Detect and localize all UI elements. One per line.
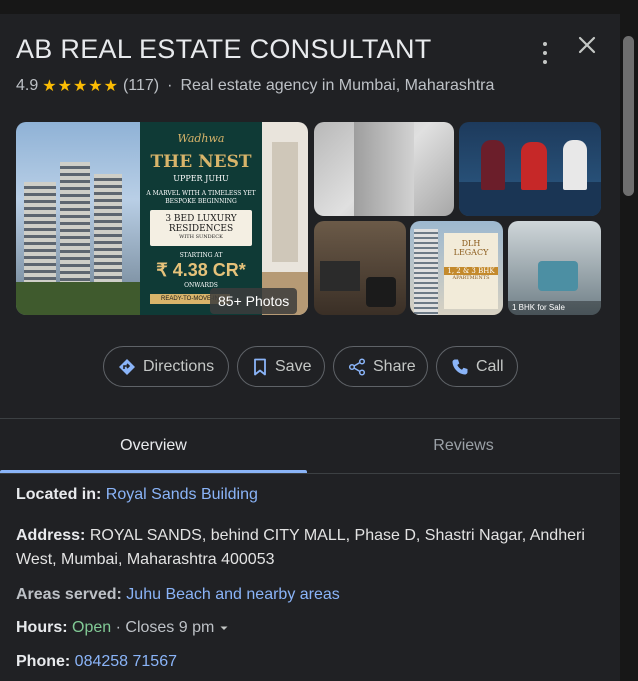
box-line-3: WITH SUNDECK xyxy=(179,234,223,240)
building-render xyxy=(16,122,140,315)
review-count-link[interactable]: (117) xyxy=(123,77,159,95)
save-button[interactable]: Save xyxy=(237,346,325,387)
directions-label: Directions xyxy=(143,357,215,375)
share-button[interactable]: Share xyxy=(333,346,428,387)
address-row: Address: ROYAL SANDS, behind CITY MALL, … xyxy=(16,524,606,572)
photo-team[interactable] xyxy=(459,122,601,216)
dlh-title-1: DLH xyxy=(461,239,481,248)
tab-overview[interactable]: Overview xyxy=(0,419,307,473)
project-ad: Wadhwa THE NEST UPPER JUHU A MARVEL WITH… xyxy=(140,122,262,315)
rating-stars-icon: ★★★★★ xyxy=(42,78,119,95)
project-location: UPPER JUHU xyxy=(173,174,229,183)
tab-reviews[interactable]: Reviews xyxy=(307,419,620,473)
tagline-1: A MARVEL WITH A TIMELESS YET xyxy=(146,190,256,197)
areas-served-label: Areas served: xyxy=(16,586,122,603)
photo-building-exterior[interactable] xyxy=(314,122,454,216)
phone-icon xyxy=(452,359,468,374)
photo-office[interactable] xyxy=(314,221,406,315)
hours-label: Hours: xyxy=(16,619,68,636)
dlh-title-2: LEGACY xyxy=(453,248,489,257)
brand-text: Wadhwa xyxy=(177,132,225,145)
top-strip xyxy=(0,0,638,14)
share-icon xyxy=(348,357,366,376)
rating-value: 4.9 xyxy=(16,77,39,94)
chevron-down-icon[interactable] xyxy=(219,623,229,633)
phone-row: Phone: 084258 71567 xyxy=(16,650,606,674)
dlh-line: 1, 2 & 3 BHK xyxy=(444,267,498,275)
dlh-sub: APARTMENTS xyxy=(452,275,490,281)
hours-status: Open xyxy=(72,619,112,636)
place-title: AB REAL ESTATE CONSULTANT xyxy=(16,34,432,64)
more-options-icon[interactable] xyxy=(536,42,554,64)
action-buttons: Directions Save Share Call xyxy=(103,346,518,387)
tagline-2: BESPOKE BEGINNING xyxy=(165,198,237,205)
main-photo[interactable]: Wadhwa THE NEST UPPER JUHU A MARVEL WITH… xyxy=(16,122,308,315)
address-value[interactable]: ROYAL SANDS, behind CITY MALL, Phase D, … xyxy=(16,527,585,568)
share-label: Share xyxy=(373,357,416,375)
photo-living-room[interactable]: 1 BHK for Sale xyxy=(508,221,601,315)
rating-row: 4.9 ★★★★★ (117) · Real estate agency in … xyxy=(16,76,494,96)
scrollbar-thumb[interactable] xyxy=(623,36,634,196)
separator: · xyxy=(167,77,173,94)
photo-caption: 1 BHK for Sale xyxy=(508,301,601,315)
place-category: Real estate agency in Mumbai, Maharashtr… xyxy=(180,77,495,94)
phone-label: Phone: xyxy=(16,653,71,670)
call-label: Call xyxy=(476,357,504,375)
price-text: ₹ 4.38 CR* xyxy=(156,260,246,280)
starting-at: STARTING AT xyxy=(179,252,223,259)
tab-bar: Overview Reviews xyxy=(0,419,620,473)
hours-row: Hours: Open · Closes 9 pm xyxy=(16,616,606,640)
directions-button[interactable]: Directions xyxy=(103,346,229,387)
directions-icon xyxy=(119,358,135,375)
bookmark-icon xyxy=(254,358,266,375)
project-name: THE NEST xyxy=(150,152,252,172)
located-in-link[interactable]: Royal Sands Building xyxy=(106,486,258,503)
areas-served-link[interactable]: Juhu Beach and nearby areas xyxy=(126,586,339,603)
box-line-1: 3 BED LUXURY xyxy=(165,214,237,224)
hours-separator: · xyxy=(115,619,121,636)
box-line-2: RESIDENCES xyxy=(168,224,234,234)
located-in-row: Located in: Royal Sands Building xyxy=(16,483,606,507)
divider xyxy=(0,473,620,474)
call-button[interactable]: Call xyxy=(436,346,518,387)
areas-served-row: Areas served: Juhu Beach and nearby area… xyxy=(16,583,606,607)
photo-count-badge[interactable]: 85+ Photos xyxy=(210,288,298,314)
residence-box: 3 BED LUXURY RESIDENCES WITH SUNDECK xyxy=(150,210,252,246)
phone-link[interactable]: 084258 71567 xyxy=(75,653,177,670)
interior-strip xyxy=(262,122,308,315)
save-label: Save xyxy=(275,357,312,375)
photo-dlh-legacy[interactable]: DLH LEGACY 1, 2 & 3 BHK APARTMENTS xyxy=(410,221,503,315)
hours-close-time[interactable]: Closes 9 pm xyxy=(125,619,214,636)
place-panel: AB REAL ESTATE CONSULTANT 4.9 ★★★★★ (117… xyxy=(0,0,638,681)
close-icon[interactable] xyxy=(574,32,600,58)
located-in-label: Located in: xyxy=(16,486,102,503)
address-label: Address: xyxy=(16,527,86,544)
